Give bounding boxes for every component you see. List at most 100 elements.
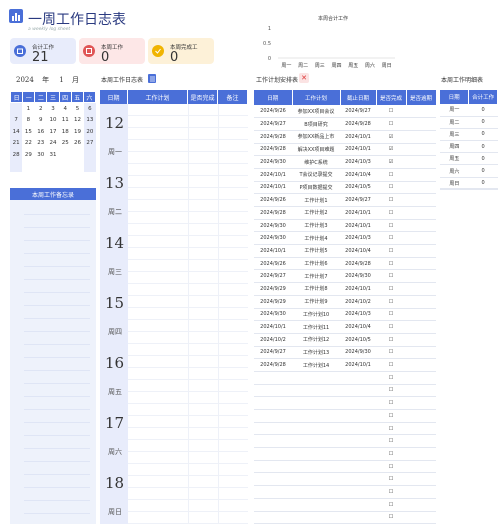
- daily-row[interactable]: [128, 272, 248, 284]
- done-checkbox[interactable]: ☐: [376, 447, 406, 461]
- schedule-row[interactable]: ☐: [254, 409, 436, 423]
- schedule-row[interactable]: 2024/9/27 B项目研究 2024/9/28 ☐: [254, 117, 436, 131]
- calendar-day[interactable]: [34, 160, 47, 172]
- calendar-day[interactable]: 8: [22, 114, 35, 126]
- excel-icon[interactable]: ✕: [299, 73, 309, 83]
- daily-row[interactable]: [128, 416, 248, 428]
- daily-row[interactable]: [128, 116, 248, 128]
- calendar-day[interactable]: [71, 160, 84, 172]
- schedule-row[interactable]: 2024/9/27 工作计划13 2024/9/30 ☐: [254, 346, 436, 360]
- calendar-day[interactable]: 26: [71, 137, 84, 149]
- schedule-row[interactable]: 2024/9/30 维护C系统 2024/10/3 ☑: [254, 155, 436, 169]
- calendar-day[interactable]: [46, 160, 60, 172]
- calendar-day[interactable]: 19: [71, 126, 84, 138]
- daily-row[interactable]: [128, 344, 248, 356]
- done-checkbox[interactable]: ☐: [376, 434, 406, 449]
- calendar-year[interactable]: 2024: [16, 76, 34, 84]
- done-checkbox[interactable]: ☐: [376, 168, 406, 182]
- done-checkbox[interactable]: ☐: [376, 384, 406, 398]
- daily-row[interactable]: [128, 152, 248, 164]
- schedule-row[interactable]: 2024/9/28 工作计划14 2024/10/1 ☐: [254, 358, 436, 372]
- schedule-row[interactable]: 2024/9/29 工作计划9 2024/10/2 ☐: [254, 295, 436, 309]
- daily-row[interactable]: [128, 392, 248, 404]
- calendar-day[interactable]: 27: [83, 137, 96, 149]
- calendar-day[interactable]: 21: [10, 137, 23, 149]
- daily-row[interactable]: [128, 188, 248, 200]
- schedule-row[interactable]: 2024/10/1 T会议记录提交 2024/10/4 ☐: [254, 168, 436, 182]
- calendar-day[interactable]: 1: [22, 103, 35, 115]
- calendar-day[interactable]: 14: [10, 126, 23, 138]
- done-checkbox[interactable]: ☐: [376, 206, 406, 220]
- calendar-day[interactable]: 4: [59, 103, 72, 115]
- schedule-row[interactable]: 2024/9/28 解决XX项目难题 2024/10/1 ☑: [254, 143, 436, 157]
- done-checkbox[interactable]: ☐: [376, 282, 406, 296]
- daily-row[interactable]: [128, 140, 248, 152]
- done-checkbox[interactable]: ☐: [376, 105, 406, 119]
- daily-row[interactable]: [128, 104, 248, 116]
- calendar-day[interactable]: [59, 149, 72, 161]
- daily-row[interactable]: [128, 368, 248, 380]
- daily-row[interactable]: [128, 260, 248, 272]
- schedule-row[interactable]: 2024/9/28 工作计划2 2024/10/1 ☐: [254, 206, 436, 220]
- done-checkbox[interactable]: ☐: [376, 371, 406, 385]
- daily-row[interactable]: [128, 164, 248, 176]
- daily-row[interactable]: [128, 212, 248, 224]
- calendar-month[interactable]: 1: [59, 76, 63, 84]
- schedule-row[interactable]: ☐: [254, 472, 436, 487]
- calendar-day[interactable]: 31: [46, 149, 60, 161]
- calendar-day[interactable]: 5: [71, 103, 84, 115]
- done-checkbox[interactable]: ☐: [376, 193, 406, 207]
- calendar-day[interactable]: 3: [46, 103, 60, 115]
- calendar-day[interactable]: 12: [71, 114, 84, 126]
- calendar-day[interactable]: 11: [59, 114, 72, 126]
- schedule-row[interactable]: 2024/9/26 工作计划6 2024/9/28 ☐: [254, 257, 436, 271]
- done-checkbox[interactable]: ☐: [376, 409, 406, 423]
- done-checkbox[interactable]: ☐: [376, 485, 406, 499]
- done-checkbox[interactable]: ☐: [376, 333, 406, 347]
- schedule-row[interactable]: 2024/10/1 工作计划11 2024/10/4 ☐: [254, 320, 436, 334]
- daily-row[interactable]: [128, 356, 248, 368]
- schedule-row[interactable]: 2024/10/1 工作计划5 2024/10/4 ☐: [254, 244, 436, 258]
- calendar-day[interactable]: 9: [34, 114, 47, 126]
- calendar-day[interactable]: 30: [34, 149, 47, 161]
- daily-row[interactable]: [128, 404, 248, 416]
- daily-row[interactable]: [128, 236, 248, 248]
- done-checkbox[interactable]: ☐: [376, 231, 406, 246]
- done-checkbox[interactable]: ☐: [376, 472, 406, 487]
- daily-row[interactable]: [128, 512, 248, 524]
- calendar-day[interactable]: [83, 160, 96, 172]
- calendar-day[interactable]: 18: [59, 126, 72, 138]
- calendar-day[interactable]: 10: [46, 114, 60, 126]
- done-checkbox[interactable]: ☐: [376, 511, 406, 524]
- done-checkbox[interactable]: ☐: [376, 358, 406, 372]
- daily-row[interactable]: [128, 488, 248, 500]
- schedule-row[interactable]: 2024/9/28 参加XX新品上市 2024/10/1 ☑: [254, 130, 436, 144]
- daily-row[interactable]: [128, 476, 248, 488]
- done-checkbox[interactable]: ☐: [376, 257, 406, 271]
- done-checkbox[interactable]: ☑: [376, 130, 406, 144]
- schedule-row[interactable]: 2024/10/2 工作计划12 2024/10/5 ☐: [254, 333, 436, 347]
- calendar-day[interactable]: [10, 103, 23, 115]
- daily-row[interactable]: [128, 320, 248, 332]
- daily-row[interactable]: [128, 296, 248, 308]
- calendar-day[interactable]: 16: [34, 126, 47, 138]
- daily-row[interactable]: [128, 248, 248, 260]
- calendar-day[interactable]: 13: [83, 114, 96, 126]
- calendar-day[interactable]: 17: [46, 126, 60, 138]
- schedule-row[interactable]: ☐: [254, 434, 436, 449]
- done-checkbox[interactable]: ☐: [376, 181, 406, 195]
- schedule-row[interactable]: ☐: [254, 384, 436, 398]
- daily-row[interactable]: [128, 464, 248, 476]
- done-checkbox[interactable]: ☐: [376, 460, 406, 474]
- calendar-day[interactable]: 28: [10, 149, 23, 161]
- calendar-day[interactable]: 7: [10, 114, 23, 126]
- schedule-row[interactable]: ☐: [254, 460, 436, 474]
- calendar-day[interactable]: [10, 160, 23, 172]
- daily-row[interactable]: [128, 332, 248, 344]
- table-icon[interactable]: [148, 74, 156, 83]
- daily-row[interactable]: [128, 452, 248, 464]
- schedule-row[interactable]: ☐: [254, 422, 436, 436]
- calendar-day[interactable]: 20: [83, 126, 96, 138]
- calendar-day[interactable]: [22, 160, 35, 172]
- done-checkbox[interactable]: ☐: [376, 244, 406, 258]
